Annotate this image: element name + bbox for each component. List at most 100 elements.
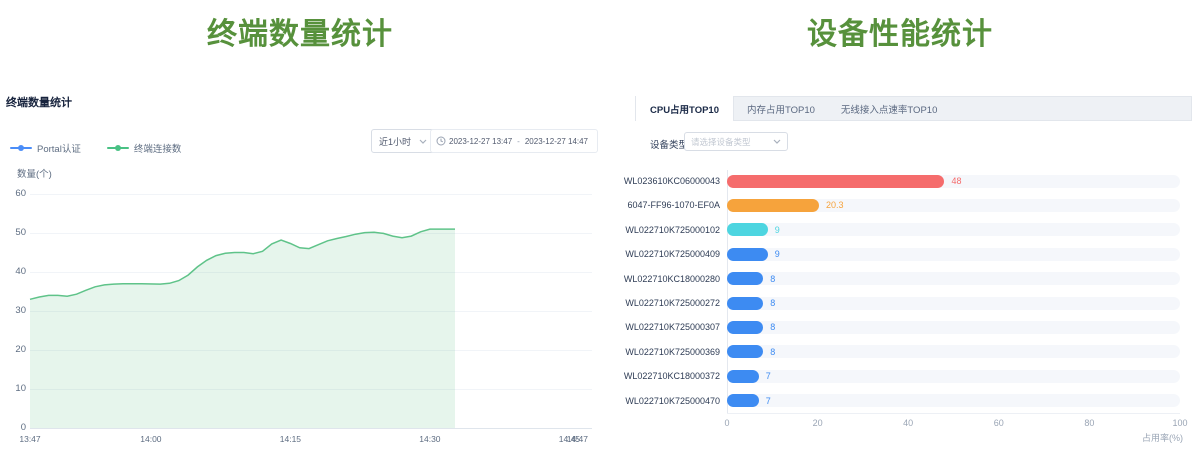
terminal-chart-header: 终端数量统计 bbox=[6, 94, 72, 110]
dashboard-screen: 010203040506013:4714:0014:1514:3014:4514… bbox=[0, 0, 1200, 456]
tab-memory-top10[interactable]: 内存占用TOP10 bbox=[734, 97, 828, 120]
gridline-y10 bbox=[30, 389, 592, 390]
device-type-label: 设备类型 bbox=[650, 137, 688, 151]
bar-category-label: WL023610KC06000043 bbox=[560, 176, 720, 186]
legend-marker bbox=[10, 144, 32, 152]
bar bbox=[727, 272, 763, 285]
gridline-y40 bbox=[30, 272, 592, 273]
bar-axis-line-vertical bbox=[727, 170, 728, 413]
legend-label: Portal认证 bbox=[37, 141, 81, 155]
gridline-y0 bbox=[30, 428, 592, 429]
bar-category-label: WL022710K725000369 bbox=[560, 347, 720, 357]
bar-track bbox=[727, 321, 1180, 334]
legend-item[interactable]: 终端连接数 bbox=[107, 141, 182, 155]
y-tick-label: 10 bbox=[0, 384, 26, 394]
date-range-separator: - bbox=[515, 137, 522, 146]
bar-value-label: 9 bbox=[775, 225, 780, 235]
bar-x-tick-label: 0 bbox=[712, 418, 742, 428]
bar-value-label: 8 bbox=[770, 274, 775, 284]
bar-x-tick-label: 80 bbox=[1074, 418, 1104, 428]
bar-category-label: WL022710K725000272 bbox=[560, 298, 720, 308]
bar-track bbox=[727, 370, 1180, 383]
bar-track bbox=[727, 272, 1180, 285]
chevron-down-icon bbox=[419, 139, 427, 144]
x-tick-label: 14:30 bbox=[412, 434, 448, 444]
x-tick-label: 14:47 bbox=[552, 434, 588, 444]
cpu-top10-bar-chart: WL023610KC06000043 48 6047-FF96-1070-EF0A 2… bbox=[0, 0, 1200, 456]
bar-track bbox=[727, 394, 1180, 407]
y-axis-title: 数量(个) bbox=[17, 166, 52, 180]
bar bbox=[727, 199, 819, 212]
x-tick-label: 13:47 bbox=[12, 434, 48, 444]
bar-value-label: 8 bbox=[770, 298, 775, 308]
bar bbox=[727, 345, 763, 358]
bar-x-tick-label: 20 bbox=[803, 418, 833, 428]
chevron-down-icon bbox=[773, 139, 781, 144]
performance-tabs: CPU占用TOP10内存占用TOP10无线接入点速率TOP10 bbox=[635, 96, 1192, 121]
terminal-area-fill bbox=[30, 229, 455, 428]
time-range-value: 近1小时 bbox=[379, 135, 411, 148]
line-chart-legend: Portal认证 终端连接数 bbox=[10, 142, 181, 154]
bar-category-label: WL022710K725000307 bbox=[560, 322, 720, 332]
bar bbox=[727, 175, 944, 188]
bar-x-axis-title: 占用率(%) bbox=[1097, 431, 1183, 444]
legend-label: 终端连接数 bbox=[134, 141, 182, 155]
bar-x-tick-label: 100 bbox=[1165, 418, 1195, 428]
bar-track bbox=[727, 199, 1180, 212]
terminal-line-chart: 010203040506013:4714:0014:1514:3014:4514… bbox=[0, 0, 1200, 456]
bar bbox=[727, 297, 763, 310]
bar-x-tick-label: 40 bbox=[893, 418, 923, 428]
bar bbox=[727, 248, 768, 261]
legend-marker-dot bbox=[115, 145, 121, 151]
y-tick-label: 50 bbox=[0, 228, 26, 238]
device-type-placeholder: 请选择设备类型 bbox=[691, 136, 751, 148]
tab-cpu-top10[interactable]: CPU占用TOP10 bbox=[635, 96, 734, 121]
y-tick-label: 0 bbox=[0, 423, 26, 433]
bar-value-label: 7 bbox=[766, 371, 771, 381]
time-range-select[interactable]: 近1小时 bbox=[371, 129, 435, 153]
bar-category-label: WL022710KC18000372 bbox=[560, 371, 720, 381]
bar-track bbox=[727, 297, 1180, 310]
bar-category-label: WL022710K725000409 bbox=[560, 249, 720, 259]
date-range-start: 2023-12-27 13:47 bbox=[449, 137, 512, 146]
bar-x-tick-label: 60 bbox=[984, 418, 1014, 428]
clock-icon bbox=[436, 136, 446, 146]
bar bbox=[727, 321, 763, 334]
line-series-svg bbox=[0, 0, 600, 456]
legend-marker bbox=[107, 144, 129, 152]
left-section-title: 终端数量统计 bbox=[0, 16, 600, 54]
bar-value-label: 8 bbox=[770, 347, 775, 357]
x-tick-label: 14:15 bbox=[272, 434, 308, 444]
bar bbox=[727, 370, 759, 383]
bar-value-label: 9 bbox=[775, 249, 780, 259]
bar-category-label: WL022710K725000470 bbox=[560, 396, 720, 406]
legend-item[interactable]: Portal认证 bbox=[10, 141, 81, 155]
bar-track bbox=[727, 345, 1180, 358]
y-tick-label: 20 bbox=[0, 345, 26, 355]
terminal-line-series bbox=[30, 229, 455, 299]
bar bbox=[727, 223, 768, 236]
right-section-title: 设备性能统计 bbox=[600, 16, 1200, 54]
bar-track bbox=[727, 175, 1180, 188]
legend-marker-dot bbox=[18, 145, 24, 151]
device-type-select[interactable]: 请选择设备类型 bbox=[684, 132, 788, 151]
gridline-y30 bbox=[30, 311, 592, 312]
bar-axis-line-horizontal bbox=[727, 413, 1180, 414]
bar-value-label: 7 bbox=[766, 396, 771, 406]
date-range-picker[interactable]: 2023-12-27 13:47 - 2023-12-27 14:47 bbox=[430, 129, 598, 153]
bar-category-label: WL022710KC18000280 bbox=[560, 274, 720, 284]
x-tick-label: 14:00 bbox=[133, 434, 169, 444]
bar-track bbox=[727, 223, 1180, 236]
y-tick-label: 40 bbox=[0, 267, 26, 277]
bar-value-label: 20.3 bbox=[826, 200, 844, 210]
date-range-end: 2023-12-27 14:47 bbox=[525, 137, 588, 146]
bar-track bbox=[727, 248, 1180, 261]
bar-category-label: 6047-FF96-1070-EF0A bbox=[560, 200, 720, 210]
tab-wireless-rate-top10[interactable]: 无线接入点速率TOP10 bbox=[828, 97, 950, 120]
y-tick-label: 30 bbox=[0, 306, 26, 316]
bar-value-label: 48 bbox=[951, 176, 961, 186]
y-tick-label: 60 bbox=[0, 189, 26, 199]
gridline-y20 bbox=[30, 350, 592, 351]
bar-value-label: 8 bbox=[770, 322, 775, 332]
bar-category-label: WL022710K725000102 bbox=[560, 225, 720, 235]
